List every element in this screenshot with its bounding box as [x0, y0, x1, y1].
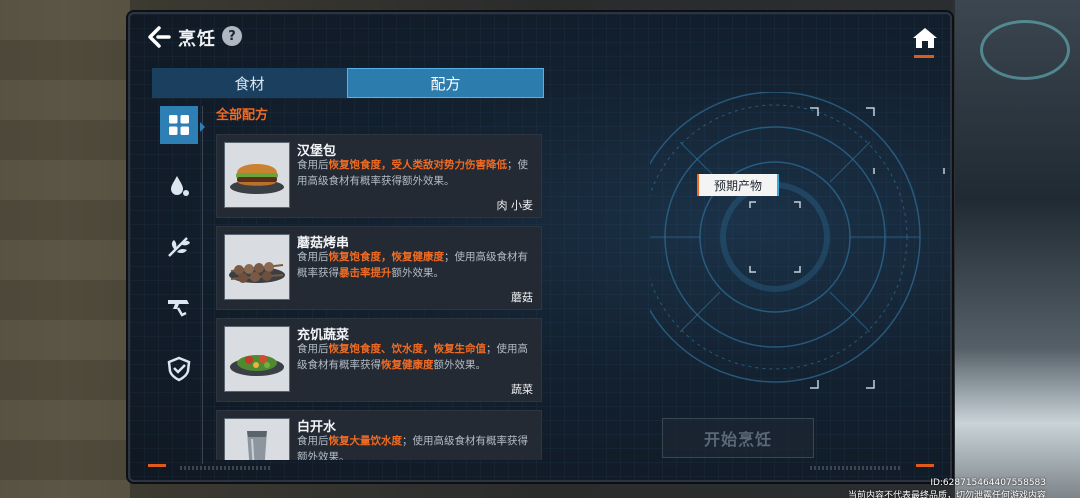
- footer-dots: [180, 466, 270, 470]
- section-label: 全部配方: [216, 108, 269, 123]
- recipe-description: 食用后恢复饱食度、饮水度，恢复生命值；使用高级食材有概率获得恢复健康度额外效果。: [297, 341, 537, 373]
- desc-highlight: 恢复饱食度，受人类敌对势力伤害降低: [328, 159, 508, 171]
- recipe-ingredient-tag: 蔬菜: [511, 383, 533, 396]
- skewer-icon: [229, 262, 285, 283]
- tab-ingredients[interactable]: 食材: [152, 68, 347, 98]
- corner-accent-bar: [916, 464, 934, 467]
- recipe-thumbnail: [224, 142, 290, 208]
- category-drinks[interactable]: [160, 167, 198, 205]
- grid-icon: [169, 115, 189, 135]
- desc-highlight: 恢复饱食度，恢复健康度: [328, 251, 445, 263]
- desc-highlight: 恢复大量饮水度: [328, 435, 403, 447]
- recipe-list[interactable]: 汉堡包 食用后恢复饱食度，受人类敌对势力伤害降低；使用高级食材有概率获得额外效果…: [216, 134, 542, 460]
- gun-icon: [168, 300, 189, 317]
- recipe-card-water[interactable]: 白开水 食用后恢复大量饮水度；使用高级食材有概率获得额外效果。: [216, 410, 542, 460]
- recipe-thumbnail: [224, 234, 290, 300]
- category-divider: [202, 106, 203, 464]
- recipe-thumbnail: [224, 418, 290, 460]
- category-active-marker: [200, 122, 205, 132]
- back-button[interactable]: [146, 24, 172, 50]
- recipe-description: 食用后恢复饱食度，受人类敌对势力伤害降低；使用高级食材有概率获得额外效果。: [297, 157, 537, 189]
- category-defense[interactable]: [160, 350, 198, 388]
- cooking-panel: 烹饪 ? 食材 配方 全部配方 汉堡包 食用后恢复饱食度，受人类敌对势力伤害降低…: [128, 12, 952, 482]
- desc-highlight: 暴击率提升: [339, 267, 392, 279]
- category-weapons[interactable]: [160, 289, 198, 327]
- category-herbs[interactable]: [160, 228, 198, 266]
- herb-icon: [168, 237, 190, 257]
- background-right-scene: [955, 0, 1080, 498]
- home-button[interactable]: [912, 26, 938, 52]
- recipe-ingredient-tag: 肉 小麦: [496, 199, 534, 212]
- recipe-description: 食用后恢复大量饮水度；使用高级食材有概率获得额外效果。: [297, 433, 537, 460]
- background-ring-light: [980, 20, 1070, 80]
- footer-dots: [810, 466, 900, 470]
- start-cooking-button[interactable]: 开始烹饪: [662, 418, 814, 458]
- cup-icon: [247, 431, 267, 460]
- desc-text: 食用后: [297, 159, 329, 171]
- result-radar-display: [650, 92, 945, 389]
- corner-accent-bar: [148, 464, 166, 467]
- desc-text: 额外效果。: [433, 359, 487, 371]
- desc-text: 额外效果。: [391, 267, 445, 279]
- burger-icon: [230, 164, 284, 194]
- salad-icon: [230, 355, 284, 376]
- recipe-card-vegetables[interactable]: 充饥蔬菜 食用后恢复饱食度、饮水度，恢复生命值；使用高级食材有概率获得恢复健康度…: [216, 318, 542, 402]
- category-all[interactable]: [160, 106, 198, 144]
- shield-icon: [167, 356, 191, 382]
- desc-text: 食用后: [297, 251, 329, 263]
- desc-text: 食用后: [297, 343, 329, 355]
- watermark-notice: 当前内容不代表最终品质，切勿泄露任何游戏内容: [847, 491, 1046, 498]
- recipe-ingredient-tag: 蘑菇: [511, 291, 533, 304]
- recipe-description: 食用后恢复饱食度，恢复健康度；使用高级食材有概率获得暴击率提升额外效果。: [297, 249, 537, 281]
- recipe-thumbnail: [224, 326, 290, 392]
- recipe-card-burger[interactable]: 汉堡包 食用后恢复饱食度，受人类敌对势力伤害降低；使用高级食材有概率获得额外效果…: [216, 134, 542, 218]
- recipe-card-mushroom-skewer[interactable]: 蘑菇烤串 食用后恢复饱食度，恢复健康度；使用高级食材有概率获得暴击率提升额外效果…: [216, 226, 542, 310]
- water-drop-icon: [171, 176, 189, 196]
- desc-highlight: 恢复饱食度、饮水度，恢复生命值: [328, 343, 487, 355]
- home-underline: [914, 55, 934, 58]
- home-icon: [913, 28, 937, 48]
- desc-text: 食用后: [297, 435, 329, 447]
- expected-product-label: 预期产物: [699, 174, 777, 196]
- page-title: 烹饪: [178, 29, 216, 50]
- desc-highlight: 恢复健康度: [381, 359, 434, 371]
- tab-recipes[interactable]: 配方: [347, 68, 544, 98]
- watermark-id: ID:628715464407558583: [930, 478, 1046, 488]
- help-icon[interactable]: ?: [222, 26, 242, 46]
- background-left-scene: [0, 0, 130, 498]
- back-arrow-icon: [148, 26, 171, 48]
- tab-bar: 食材 配方: [152, 68, 544, 98]
